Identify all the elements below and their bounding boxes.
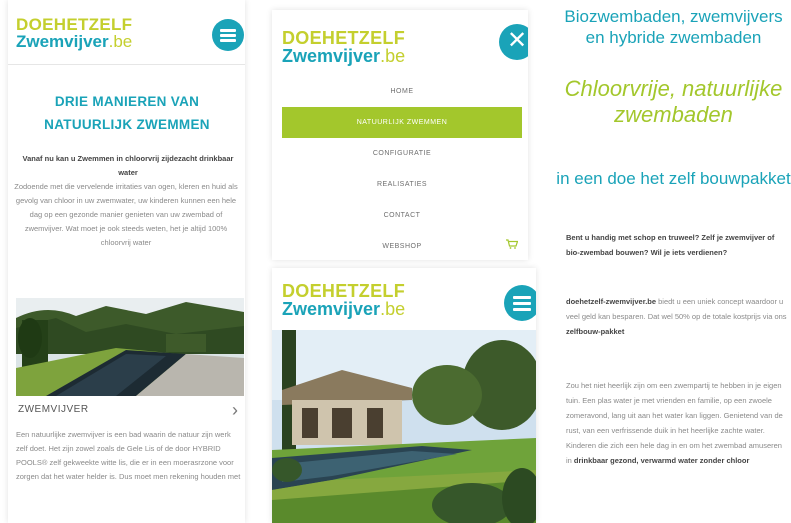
cart-icon[interactable] [506, 231, 519, 260]
section-title: ZWEMVIJVER [18, 404, 89, 415]
mobile-menu-open: DOEHETZELF Zwemvijver.be ✕ HOME NATUURLI… [272, 10, 528, 260]
menu-item-webshop[interactable]: WEBSHOP [282, 231, 522, 260]
header-divider [8, 64, 245, 65]
menu-item-configuratie[interactable]: CONFIGURATIE [282, 138, 522, 169]
logo-line-1: DOEHETZELF [282, 281, 405, 301]
intro-text: Zodoende met die vervelende irritaties v… [14, 182, 238, 247]
section-body: Een natuurlijke zwemvijver is een bad wa… [16, 430, 241, 481]
menu-item-label: WEBSHOP [382, 243, 422, 250]
mobile-page-home: DOEHETZELF Zwemvijver.be DRIE MANIEREN V… [8, 0, 245, 523]
pond-photo [16, 298, 244, 396]
logo-line-1: DOEHETZELF [282, 28, 405, 48]
mobile-page-hero: DOEHETZELF Zwemvijver.be [272, 268, 536, 523]
site-logo[interactable]: DOEHETZELF Zwemvijver.be [282, 29, 405, 65]
hamburger-menu-button[interactable] [504, 285, 536, 321]
logo-line-2: Zwemvijver.be [282, 299, 406, 319]
hero-title-highlight: Chloorvrije, natuurlijke zwembaden [564, 76, 783, 127]
hero-title-top: Biozwembaden, zwemvijvers en hybride zwe… [564, 7, 783, 47]
intro-bold-text: Vanaf nu kan u Zwemmen in chloorvrij zij… [22, 154, 234, 177]
site-logo[interactable]: DOEHETZELF Zwemvijver.be [16, 16, 132, 50]
hero-title-bottom: in een doe het zelf bouwpakket [556, 169, 791, 188]
menu-item-natuurlijk-zwemmen[interactable]: NATUURLIJK ZWEMMEN [282, 107, 522, 138]
hamburger-menu-button[interactable] [212, 19, 244, 51]
close-icon: ✕ [506, 27, 528, 54]
chevron-right-icon[interactable]: › [232, 400, 238, 421]
intro-paragraph-1: doehetzelf-zwemvijver.be biedt u een uni… [566, 297, 787, 336]
menu-item-realisaties[interactable]: REALISATIES [282, 169, 522, 200]
page-heading: DRIE MANIEREN VAN NATUURLIJK ZWEMMEN [44, 94, 210, 132]
hamburger-icon [513, 296, 531, 299]
mobile-page-intro: Biozwembaden, zwemvijvers en hybride zwe… [556, 0, 791, 523]
menu-item-home[interactable]: HOME [282, 76, 522, 107]
close-menu-button[interactable]: ✕ [499, 24, 528, 60]
hamburger-icon [220, 29, 236, 32]
site-logo[interactable]: DOEHETZELF Zwemvijver.be [282, 282, 405, 318]
menu-item-contact[interactable]: CONTACT [282, 200, 522, 231]
intro-question: Bent u handig met schop en truweel? Zelf… [566, 233, 775, 257]
intro-paragraph-2: Zou het niet heerlijk zijn om een zwempa… [566, 381, 783, 465]
logo-line-2: Zwemvijver.be [16, 32, 133, 51]
nav-menu: HOME NATUURLIJK ZWEMMEN CONFIGURATIE REA… [282, 76, 522, 260]
logo-line-1: DOEHETZELF [16, 15, 133, 34]
logo-line-2: Zwemvijver.be [282, 46, 406, 66]
hero-pool-photo [272, 330, 536, 523]
